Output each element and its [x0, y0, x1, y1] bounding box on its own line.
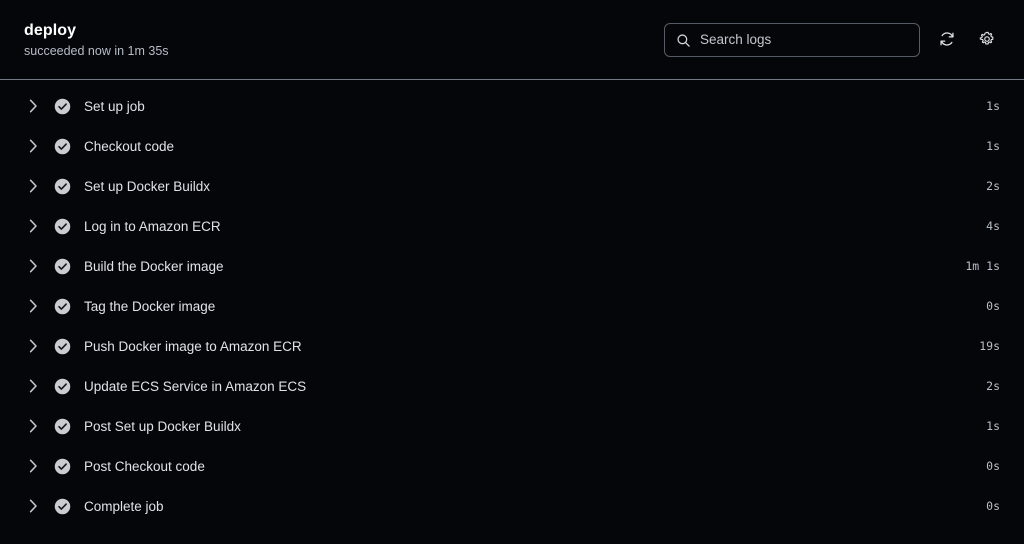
check-circle-icon [54, 418, 71, 435]
step-duration: 19s [979, 339, 1000, 353]
chevron-right-icon[interactable] [24, 217, 42, 235]
refresh-button[interactable] [934, 27, 960, 53]
settings-button[interactable] [974, 27, 1000, 53]
check-circle-icon [54, 298, 71, 315]
step-name: Post Checkout code [84, 458, 205, 474]
page-title: deploy [24, 22, 77, 39]
chevron-right-icon[interactable] [24, 97, 42, 115]
step-name: Post Set up Docker Buildx [84, 418, 241, 434]
step-duration: 0s [986, 299, 1000, 313]
chevron-right-icon[interactable] [24, 257, 42, 275]
job-log-viewer: deploy succeeded now in 1m 35s Search lo… [0, 0, 1024, 544]
step-row[interactable]: Update ECS Service in Amazon ECS 2s [0, 366, 1024, 406]
step-row[interactable]: Build the Docker image 1m 1s [0, 246, 1024, 286]
step-name: Complete job [84, 498, 164, 514]
check-circle-icon [54, 458, 71, 475]
step-name: Set up job [84, 98, 145, 114]
header-divider [0, 79, 1024, 80]
search-logs-box[interactable] [664, 23, 920, 57]
step-row[interactable]: Log in to Amazon ECR 4s [0, 206, 1024, 246]
step-row[interactable]: Post Checkout code 0s [0, 446, 1024, 486]
step-name: Build the Docker image [84, 258, 224, 274]
check-circle-icon [54, 498, 71, 515]
check-circle-icon [54, 378, 71, 395]
chevron-right-icon[interactable] [24, 337, 42, 355]
step-duration: 1s [986, 99, 1000, 113]
check-circle-icon [54, 98, 71, 115]
step-name: Set up Docker Buildx [84, 178, 211, 194]
step-row[interactable]: Tag the Docker image 0s [0, 286, 1024, 326]
job-status-text: succeeded now in 1m 35s [24, 44, 169, 58]
step-row[interactable]: Set up Docker Buildx 2s [0, 166, 1024, 206]
job-summary: deploy succeeded now in 1m 35s [24, 21, 169, 59]
chevron-right-icon[interactable] [24, 177, 42, 195]
step-duration: 4s [986, 219, 1000, 233]
header-actions [664, 23, 1000, 57]
step-row[interactable]: Push Docker image to Amazon ECR 19s [0, 326, 1024, 366]
chevron-right-icon[interactable] [24, 417, 42, 435]
chevron-right-icon[interactable] [24, 137, 42, 155]
gear-icon [978, 30, 996, 51]
step-row[interactable]: Complete job 0s [0, 486, 1024, 526]
check-circle-icon [54, 258, 71, 275]
step-list: Set up job 1s Checkout code 1s Set up Docker… [0, 80, 1024, 544]
step-duration: 1s [986, 419, 1000, 433]
chevron-right-icon[interactable] [24, 457, 42, 475]
check-circle-icon [54, 338, 71, 355]
search-icon [676, 33, 691, 48]
chevron-right-icon[interactable] [24, 297, 42, 315]
check-circle-icon [54, 218, 71, 235]
chevron-right-icon[interactable] [24, 377, 42, 395]
step-name: Checkout code [84, 138, 175, 154]
refresh-icon [938, 30, 956, 51]
job-header: deploy succeeded now in 1m 35s [0, 0, 1024, 80]
step-duration: 0s [986, 459, 1000, 473]
step-name: Update ECS Service in Amazon ECS [84, 378, 307, 394]
step-duration: 0s [986, 499, 1000, 513]
step-name: Log in to Amazon ECR [84, 218, 221, 234]
step-name: Push Docker image to Amazon ECR [84, 338, 302, 354]
check-circle-icon [54, 138, 71, 155]
step-row[interactable]: Set up job 1s [0, 86, 1024, 126]
step-duration: 1s [986, 139, 1000, 153]
chevron-right-icon[interactable] [24, 497, 42, 515]
step-row[interactable]: Checkout code 1s [0, 126, 1024, 166]
step-name: Tag the Docker image [84, 298, 216, 314]
step-duration: 2s [986, 379, 1000, 393]
step-duration: 2s [986, 179, 1000, 193]
step-row[interactable]: Post Set up Docker Buildx 1s [0, 406, 1024, 446]
search-input[interactable] [700, 32, 909, 48]
step-duration: 1m 1s [965, 259, 1000, 273]
check-circle-icon [54, 178, 71, 195]
